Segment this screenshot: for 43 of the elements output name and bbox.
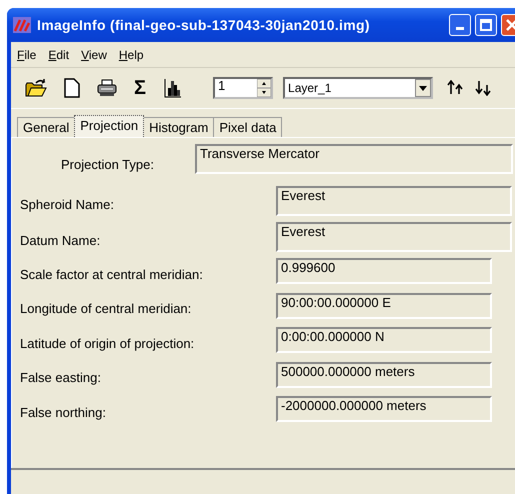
projection-type-field: Transverse Mercator	[195, 144, 513, 174]
value-field: Everest	[276, 186, 512, 216]
field-label: Scale factor at central meridian:	[20, 266, 204, 282]
menu-item[interactable]: Help	[118, 48, 144, 62]
layer-number-spinner[interactable]: 1	[213, 77, 274, 99]
sum-icon[interactable]: Σ	[134, 78, 146, 98]
value-field: -2000000.000000 meters	[276, 396, 492, 422]
value-field: Everest	[276, 222, 512, 252]
field-label: False easting:	[20, 369, 102, 385]
menu-item[interactable]: View	[81, 48, 107, 62]
field-label: Spheroid Name:	[20, 196, 115, 212]
value-field: 90:00:00.000000 E	[276, 292, 492, 318]
sort-up-icon[interactable]	[447, 80, 466, 96]
value-field: 0:00:00.000000 N	[276, 327, 492, 353]
menu-item[interactable]: Edit	[48, 48, 70, 62]
value-field: 500000.000000 meters	[276, 362, 492, 388]
value-field: 0.999600	[276, 258, 492, 284]
field-label: Projection Type:	[60, 156, 155, 172]
tab[interactable]: General	[17, 117, 76, 137]
maximize-button[interactable]	[475, 14, 497, 36]
tab[interactable]: Histogram	[143, 117, 214, 137]
maximize-icon	[480, 19, 492, 31]
layer-number: 1	[217, 79, 226, 95]
layer-dropdown[interactable]: Layer_1	[283, 77, 434, 99]
spin-up-icon[interactable]	[257, 79, 272, 88]
minimize-icon	[456, 27, 464, 30]
app-icon	[13, 17, 31, 33]
histogram-icon[interactable]	[164, 78, 182, 98]
field-label: Latitude of origin of projection:	[20, 334, 196, 350]
field-label: Longitude of central meridian:	[20, 300, 192, 316]
field-label: Datum Name:	[20, 232, 102, 248]
new-document-icon[interactable]	[64, 78, 80, 98]
printer-icon[interactable]	[97, 79, 117, 97]
menu-item[interactable]: File	[17, 48, 36, 62]
tab[interactable]: Projection	[74, 115, 144, 137]
sort-down-icon[interactable]	[475, 80, 494, 96]
window-title: ImageInfo (final-geo-sub-137043-30jan2010.img)	[37, 17, 371, 33]
spin-down-icon[interactable]	[257, 88, 272, 97]
field-label: False northing:	[20, 404, 107, 420]
close-icon	[506, 19, 515, 31]
open-folder-icon[interactable]	[25, 79, 47, 97]
minimize-button[interactable]	[449, 14, 471, 36]
tab[interactable]: Pixel data	[213, 117, 282, 137]
